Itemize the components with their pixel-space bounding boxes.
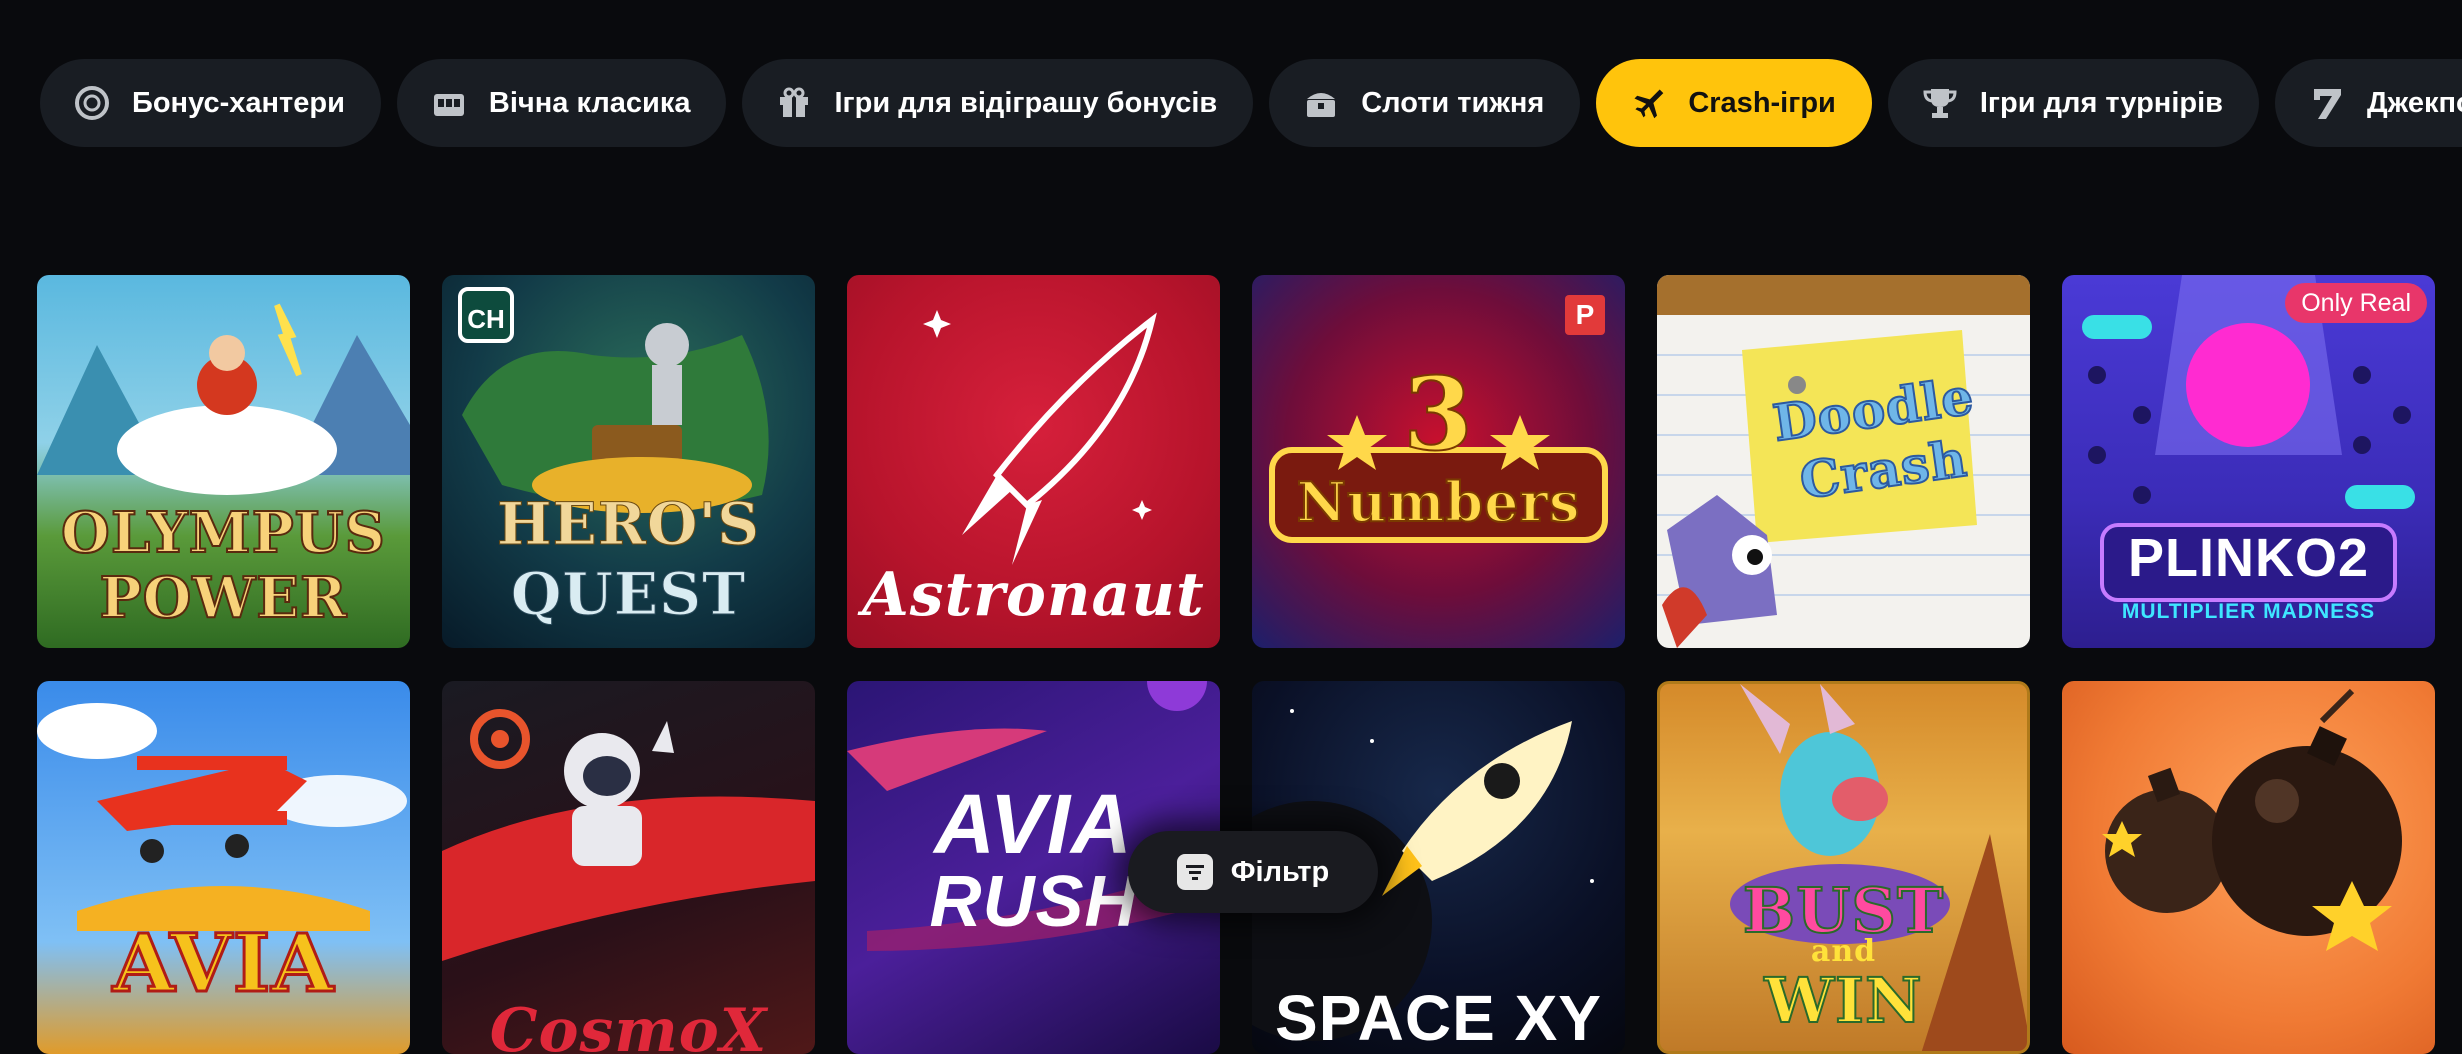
game-title: OLYMPUS <box>60 499 386 567</box>
game-grid: OLYMPUS POWER CH HERO'S QUEST Astronaut <box>37 275 2437 1054</box>
slot-machine-icon <box>429 83 469 123</box>
tab-tournament-games[interactable]: Ігри для турнірів <box>1887 59 2259 147</box>
game-title: PLINKO2 <box>2127 528 2370 588</box>
game-card-cosmox[interactable]: CosmoX <box>442 681 815 1054</box>
tab-label: Слоти тижня <box>1361 86 1545 119</box>
only-real-badge: Only Real <box>2285 283 2427 323</box>
filter-button[interactable]: Фільтр <box>1128 831 1378 913</box>
game-card-bust-and-win[interactable]: BUST and WIN <box>1657 681 2030 1054</box>
provider-badge: P <box>1565 295 1605 335</box>
game-card-olympus-power[interactable]: OLYMPUS POWER <box>37 275 410 648</box>
treasure-chest-icon <box>1301 83 1341 123</box>
tab-label: Джекпоти <box>2366 86 2462 119</box>
filter-label: Фільтр <box>1230 855 1330 888</box>
filter-icon <box>1176 854 1213 890</box>
seven-icon <box>2307 83 2347 123</box>
tab-label: Ігри для турнірів <box>1979 86 2223 119</box>
gift-icon <box>774 83 814 123</box>
game-title: Astronaut <box>862 560 1205 630</box>
game-title: SPACE XY <box>1275 982 1602 1054</box>
game-title: Numbers <box>1296 469 1581 535</box>
game-subtitle: MULTIPLIER MADNESS <box>2121 600 2376 623</box>
game-card-3-numbers[interactable]: P 3 Numbers <box>1252 275 1625 648</box>
tab-eternal-classic[interactable]: Вічна класика <box>396 59 727 147</box>
game-number: 3 <box>1402 354 1474 474</box>
game-title: AVIA <box>111 915 335 1012</box>
game-title: CosmoX <box>489 996 768 1054</box>
tab-wagering-games[interactable]: Ігри для відіграшу бонусів <box>742 59 1254 147</box>
game-artwork <box>2102 688 2402 951</box>
game-card-plinko2[interactable]: Only Real PLINKO2 MULTIPLIER MADNESS <box>2062 275 2435 648</box>
provider-logo: CH <box>458 287 514 343</box>
tab-bonus-hunters[interactable]: Бонус-хантери <box>40 59 381 147</box>
tab-crash-games[interactable]: Crash-ігри <box>1596 59 1872 147</box>
game-card-avia[interactable]: AVIA <box>37 681 410 1054</box>
tab-jackpots[interactable]: Джекпоти <box>2274 59 2462 147</box>
game-card-heros-quest[interactable]: CH HERO'S QUEST <box>442 275 815 648</box>
poker-chip-icon <box>72 83 112 123</box>
airplane-icon <box>1628 83 1668 123</box>
trophy-icon <box>1920 83 1960 123</box>
tab-label: Ігри для відіграшу бонусів <box>834 86 1218 119</box>
game-subtitle: POWER <box>98 564 348 632</box>
tab-label: Бонус-хантери <box>132 86 345 119</box>
game-title: HERO'S <box>496 490 761 559</box>
category-tabs: Бонус-хантери Вічна класика Ігри для від… <box>40 59 2462 147</box>
game-artwork <box>2082 275 2415 602</box>
tab-label: Crash-ігри <box>1688 86 1836 119</box>
game-card-doodle-crash[interactable]: Doodle Crash <box>1657 275 2030 648</box>
tab-slots-of-week[interactable]: Слоти тижня <box>1269 59 1581 147</box>
game-card-astronaut[interactable]: Astronaut <box>847 275 1220 648</box>
game-subtitle: WIN <box>1763 963 1923 1038</box>
tab-label: Вічна класика <box>488 86 691 119</box>
game-subtitle: QUEST <box>510 560 747 629</box>
game-card-bombs[interactable] <box>2062 681 2435 1054</box>
